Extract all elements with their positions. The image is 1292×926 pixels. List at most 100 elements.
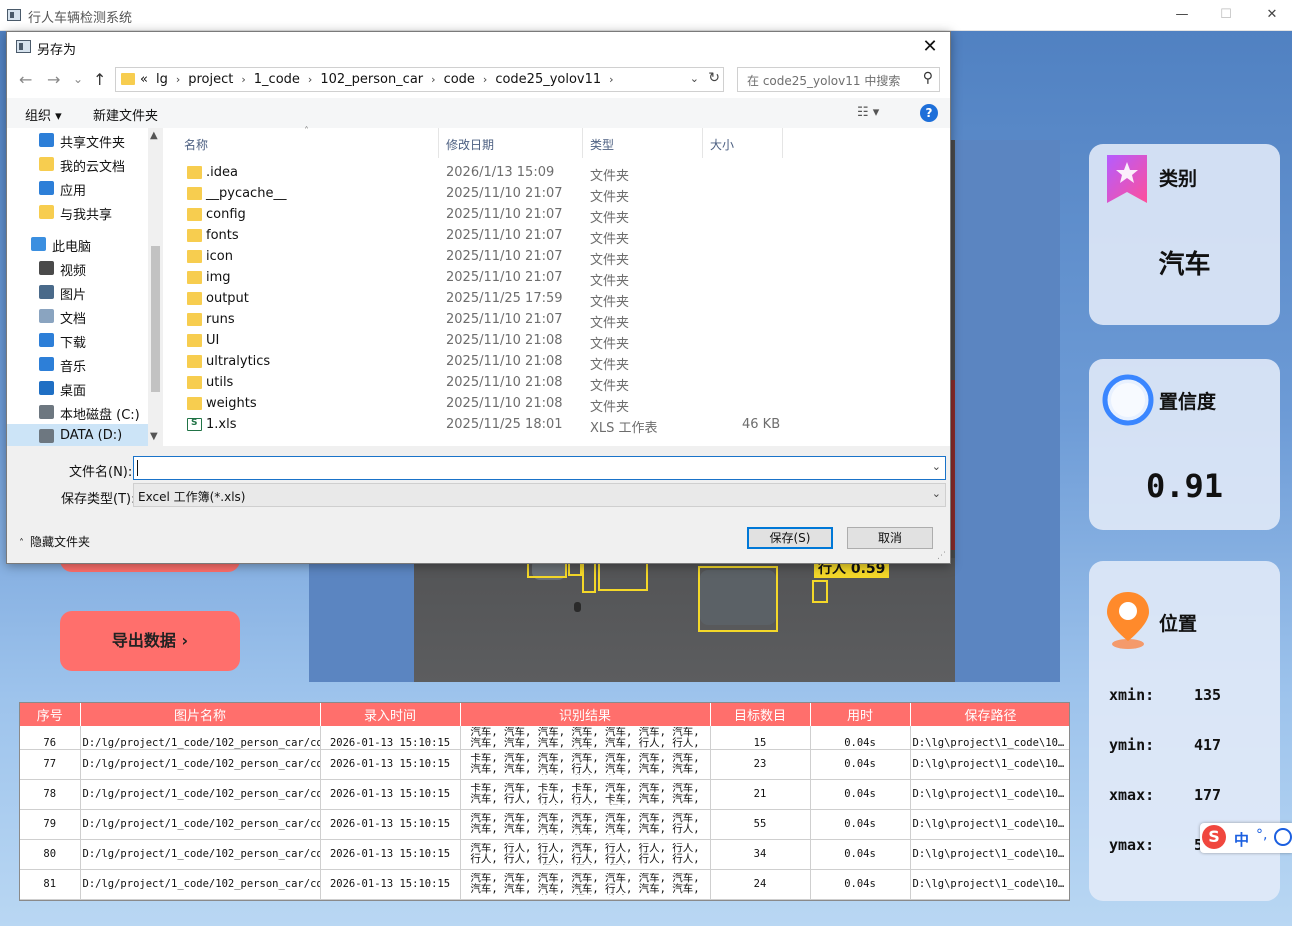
sidebar-item[interactable]: 图片 [7,280,149,304]
column-divider[interactable] [438,128,439,158]
back-arrow-icon[interactable]: ← [19,70,32,89]
scrollbar-thumb[interactable] [151,246,160,392]
cell-image-name[interactable]: D:/lg/project/1_code/102_person_car/code… [80,809,321,840]
breadcrumb-separator-icon[interactable]: › [241,73,245,86]
cell-image-name[interactable]: D:/lg/project/1_code/102_person_car/code… [80,779,321,810]
table-row[interactable]: 78 D:/lg/project/1_code/102_person_car/co… [20,779,1069,810]
cell-save-path[interactable]: D:\lg\project\1_code\102_person_car [910,726,1069,750]
cell-save-path[interactable]: D:\lg\project\1_code\102_person_car [910,809,1069,840]
column-name[interactable]: 名称 [184,136,208,153]
breadcrumb-item[interactable]: code25_yolov11 [495,72,601,87]
table-row[interactable]: 76 D:/lg/project/1_code/102_person_car/co… [20,726,1069,750]
cell-save-path[interactable]: D:\lg\project\1_code\102_person_car [910,839,1069,870]
ime-logo-icon[interactable]: S [1202,825,1226,849]
cell-save-path[interactable]: D:\lg\project\1_code\102_person_car [910,749,1069,780]
column-header[interactable]: 保存路径 [910,703,1069,726]
column-divider[interactable] [582,128,583,158]
column-date[interactable]: 修改日期 [446,136,494,153]
help-icon[interactable]: ? [920,104,938,122]
sidebar-item[interactable]: DATA (D:) [7,424,149,446]
column-header[interactable]: 识别结果 [460,703,711,726]
cell-index[interactable]: 76 [20,726,81,750]
cell-count[interactable]: 34 [710,839,811,870]
cell-image-name[interactable]: D:/lg/project/1_code/102_person_car/code… [80,749,321,780]
resize-grip-icon[interactable]: ⋰ [937,551,946,561]
breadcrumb-separator-icon[interactable]: › [483,73,487,86]
cell-index[interactable]: 80 [20,839,81,870]
maximize-button[interactable]: ☐ [1206,3,1246,27]
column-size[interactable]: 大小 [710,136,734,153]
cell-count[interactable]: 55 [710,809,811,840]
filetype-select[interactable]: Excel 工作簿(*.xls) ⌄ [133,483,946,507]
cell-entry-time[interactable]: 2026-01-13 15:10:15 [320,809,461,840]
breadcrumb-separator-icon[interactable]: › [176,73,180,86]
refresh-icon[interactable]: ↻ [708,70,720,86]
navigation-scrollbar[interactable]: ▲ ▼ [148,128,163,446]
minimize-button[interactable]: — [1162,3,1202,27]
chevron-down-icon[interactable]: ⌄ [932,487,941,500]
table-row[interactable]: 80 D:/lg/project/1_code/102_person_car/co… [20,839,1069,870]
results-table-container[interactable]: 序号 图片名称 录入时间 识别结果 目标数目 用时 保存路径 76 D:/lg/p… [19,702,1070,901]
cell-save-path[interactable]: D:\lg\project\1_code\102_person_car [910,869,1069,900]
cell-result[interactable]: 汽车, 汽车, 汽车, 汽车, 汽车, 汽车, 汽车, 汽车, 汽车, 汽车, … [460,726,711,750]
cell-image-name[interactable]: D:/lg/project/1_code/102_person_car/code… [80,839,321,870]
cell-index[interactable]: 81 [20,869,81,900]
sidebar-item[interactable]: 下载 [7,328,149,352]
sidebar-item[interactable]: 与我共享 [7,200,149,224]
breadcrumb-separator-icon[interactable]: › [609,73,613,86]
export-data-button[interactable]: 导出数据 › [60,611,240,671]
file-list-item[interactable]: 1.xls 2025/11/25 18:01 XLS 工作表 46 KB [184,415,864,436]
sidebar-item[interactable]: 音乐 [7,352,149,376]
save-button[interactable]: 保存(S) [747,527,833,549]
file-list-item[interactable]: UI 2025/11/10 21:08 文件夹 [184,331,864,352]
breadcrumb-item[interactable]: 1_code [254,72,300,87]
ime-emoji-icon[interactable] [1274,828,1292,846]
cell-count[interactable]: 15 [710,726,811,750]
file-list-item[interactable]: config 2025/11/10 21:07 文件夹 [184,205,864,226]
sidebar-item[interactable]: 视频 [7,256,149,280]
view-options-menu[interactable]: ☷ ▾ [857,105,879,120]
cell-cost[interactable]: 0.04s [810,809,911,840]
ime-mode-toggle[interactable]: 中 [1234,829,1249,850]
search-input[interactable]: 在 code25_yolov11 中搜索 ⚲ [737,67,940,92]
cell-cost[interactable]: 0.04s [810,869,911,900]
column-header[interactable]: 录入时间 [320,703,461,726]
cell-result[interactable]: 汽车, 汽车, 汽车, 汽车, 汽车, 汽车, 汽车, 汽车, 汽车, 汽车, … [460,869,711,900]
file-list-item[interactable]: img 2025/11/10 21:07 文件夹 [184,268,864,289]
breadcrumb-item[interactable]: project [188,72,233,87]
sidebar-item[interactable]: 文档 [7,304,149,328]
column-type[interactable]: 类型 [590,136,614,153]
cell-entry-time[interactable]: 2026-01-13 15:10:15 [320,839,461,870]
file-list-item[interactable]: output 2025/11/25 17:59 文件夹 [184,289,864,310]
cell-count[interactable]: 23 [710,749,811,780]
file-list-item[interactable]: ultralytics 2025/11/10 21:08 文件夹 [184,352,864,373]
recent-locations-icon[interactable]: ⌄ [73,72,83,86]
address-bar[interactable]: « lg › project › 1_code › 102_person_car › code › c… [115,67,724,92]
column-header[interactable]: 用时 [810,703,911,726]
column-header[interactable]: 目标数目 [710,703,811,726]
sidebar-item[interactable]: 应用 [7,176,149,200]
ime-punct-toggle[interactable]: °, [1256,827,1267,843]
cell-index[interactable]: 78 [20,779,81,810]
cell-image-name[interactable]: D:/lg/project/1_code/102_person_car/code… [80,726,321,750]
cell-cost[interactable]: 0.04s [810,726,911,750]
dialog-close-button[interactable]: ✕ [916,35,944,59]
cell-index[interactable]: 77 [20,749,81,780]
file-list-item[interactable]: icon 2025/11/10 21:07 文件夹 [184,247,864,268]
chevron-down-icon[interactable]: ⌄ [932,460,941,473]
cell-image-name[interactable]: D:/lg/project/1_code/102_person_car/code… [80,869,321,900]
hide-folders-toggle[interactable]: ˄ 隐藏文件夹 [19,533,90,550]
cell-cost[interactable]: 0.04s [810,749,911,780]
sidebar-item[interactable]: 共享文件夹 [7,128,149,152]
column-divider[interactable] [782,128,783,158]
cancel-button[interactable]: 取消 [847,527,933,549]
close-button[interactable]: ✕ [1252,3,1292,27]
table-row[interactable]: 79 D:/lg/project/1_code/102_person_car/co… [20,809,1069,840]
sidebar-item[interactable]: 我的云文档 [7,152,149,176]
sidebar-item[interactable]: 桌面 [7,376,149,400]
ime-toolbar[interactable]: S 中 °, [1200,823,1292,853]
organize-menu[interactable]: 组织 ▾ [25,105,62,124]
cell-result[interactable]: 卡车, 汽车, 汽车, 汽车, 汽车, 汽车, 汽车, 汽车, 汽车, 汽车, … [460,749,711,780]
scroll-down-icon[interactable]: ▼ [150,431,158,442]
column-header[interactable]: 图片名称 [80,703,321,726]
